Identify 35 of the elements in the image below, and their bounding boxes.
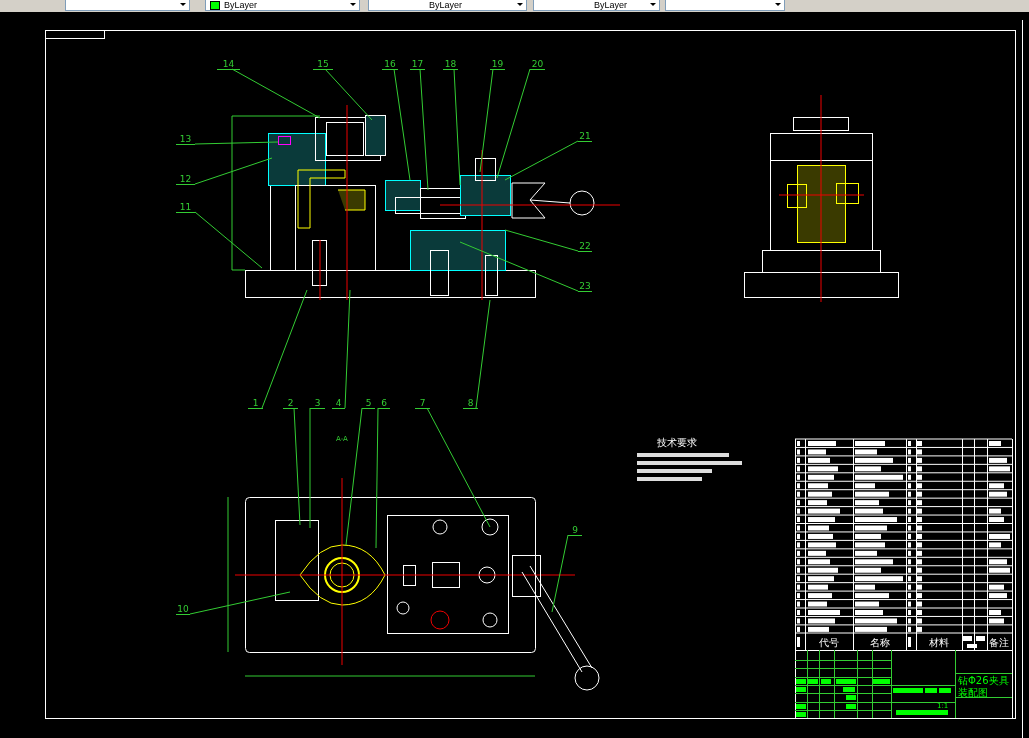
dropdown[interactable]: ByLayer [205, 0, 360, 11]
color-swatch-icon [210, 0, 220, 10]
dropdown[interactable]: ByLayer [533, 0, 660, 11]
column-header: 代号 [819, 637, 839, 648]
dropdown-arrow-icon [517, 3, 523, 6]
part-callout: 3 [309, 398, 326, 529]
dropdown[interactable] [665, 0, 785, 11]
part-callout: 22 [504, 229, 593, 252]
dropdown[interactable] [65, 0, 190, 11]
part-callout: 8 [462, 299, 491, 409]
column-header: 材料 [929, 637, 949, 648]
part-callout: 18 [442, 59, 461, 186]
dropdown-arrow-icon [180, 3, 186, 6]
drawing-title: 钻Φ26夹具 [958, 675, 1009, 686]
drawing-type-label: 装配图 [958, 687, 988, 698]
part-callout: 9 [551, 525, 583, 613]
part-callout: 6 [375, 398, 391, 549]
part-callout: 16 [381, 59, 411, 181]
part-callout: 15 [312, 59, 373, 121]
tech-requirements-title: 技术要求 [657, 437, 697, 448]
part-callout: 11 [175, 202, 263, 269]
dropdown-arrow-icon [775, 3, 781, 6]
part-callout: 13 [175, 134, 279, 145]
part-callout: 21 [504, 131, 593, 181]
part-callout: 17 [409, 59, 429, 191]
part-callout: 10 [175, 591, 291, 615]
column-header: 备注 [989, 637, 1009, 648]
part-callout: 12 [175, 157, 273, 185]
part-callout: 19 [479, 59, 506, 173]
part-callout: 4 [331, 289, 351, 409]
dropdown-arrow-icon [350, 3, 356, 6]
dropdown-arrow-icon [650, 3, 656, 6]
part-callout: 2 [282, 398, 301, 526]
dropdown[interactable]: ByLayer [368, 0, 527, 11]
column-header: 名称 [870, 637, 890, 648]
